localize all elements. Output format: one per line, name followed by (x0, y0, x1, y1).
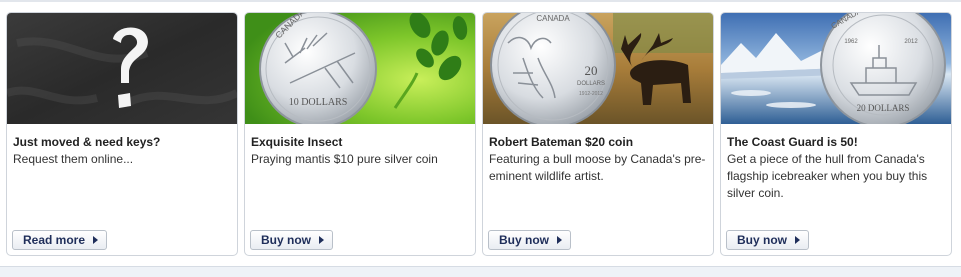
promo-card-insect: 10 DOLLARS CANADA Exquisite Insect Prayi… (244, 12, 476, 256)
buy-now-button[interactable]: Buy now (488, 230, 571, 250)
coin-denomination-text: 10 DOLLARS (289, 97, 348, 108)
button-label: Buy now (499, 233, 549, 247)
promo-card-keys: Just moved & need keys? Request them onl… (6, 12, 238, 256)
card-description: Featuring a bull moose by Canada's pre-e… (489, 152, 706, 183)
coin-country-text: CANADA (536, 14, 570, 23)
coin-unit-text: DOLLARS (577, 81, 605, 87)
chevron-right-icon (557, 236, 562, 244)
chalkboard-question-image[interactable] (7, 13, 237, 124)
coin-year-left-text: 1962 (844, 39, 858, 45)
card-title: Exquisite Insect (251, 135, 343, 149)
chevron-right-icon (319, 236, 324, 244)
top-divider (0, 0, 961, 2)
button-label: Buy now (261, 233, 311, 247)
card-title: Just moved & need keys? (13, 135, 161, 149)
chevron-right-icon (93, 236, 99, 244)
promo-card-moose: 20 DOLLARS 1912-2012 CANADA Robert Batem… (482, 12, 714, 256)
button-label: Read more (23, 233, 86, 247)
button-label: Buy now (737, 233, 787, 247)
coin-value-text: 20 (585, 63, 598, 78)
moose-coin-image[interactable]: 20 DOLLARS 1912-2012 CANADA (483, 13, 713, 124)
card-description: Praying mantis $10 pure silver coin (251, 152, 438, 166)
chevron-right-icon (795, 236, 800, 244)
card-title: The Coast Guard is 50! (727, 135, 858, 149)
coin-years-text: 1912-2012 (579, 91, 603, 97)
read-more-button[interactable]: Read more (12, 230, 108, 250)
buy-now-button[interactable]: Buy now (250, 230, 333, 250)
card-description: Get a piece of the hull from Canada's fl… (727, 152, 928, 200)
bottom-section-bar (0, 266, 961, 277)
coin-denomination-text: 20 DOLLARS (857, 103, 910, 113)
buy-now-button[interactable]: Buy now (726, 230, 809, 250)
card-description: Request them online... (13, 152, 134, 166)
coin-year-right-text: 2012 (904, 39, 918, 45)
mantis-coin-image[interactable]: 10 DOLLARS CANADA (245, 13, 475, 124)
promo-card-coast-guard: 1962 2012 20 DOLLARS CANADA The Coast Gu… (720, 12, 952, 256)
card-title: Robert Bateman $20 coin (489, 135, 634, 149)
icebreaker-coin-image[interactable]: 1962 2012 20 DOLLARS CANADA (721, 13, 951, 124)
